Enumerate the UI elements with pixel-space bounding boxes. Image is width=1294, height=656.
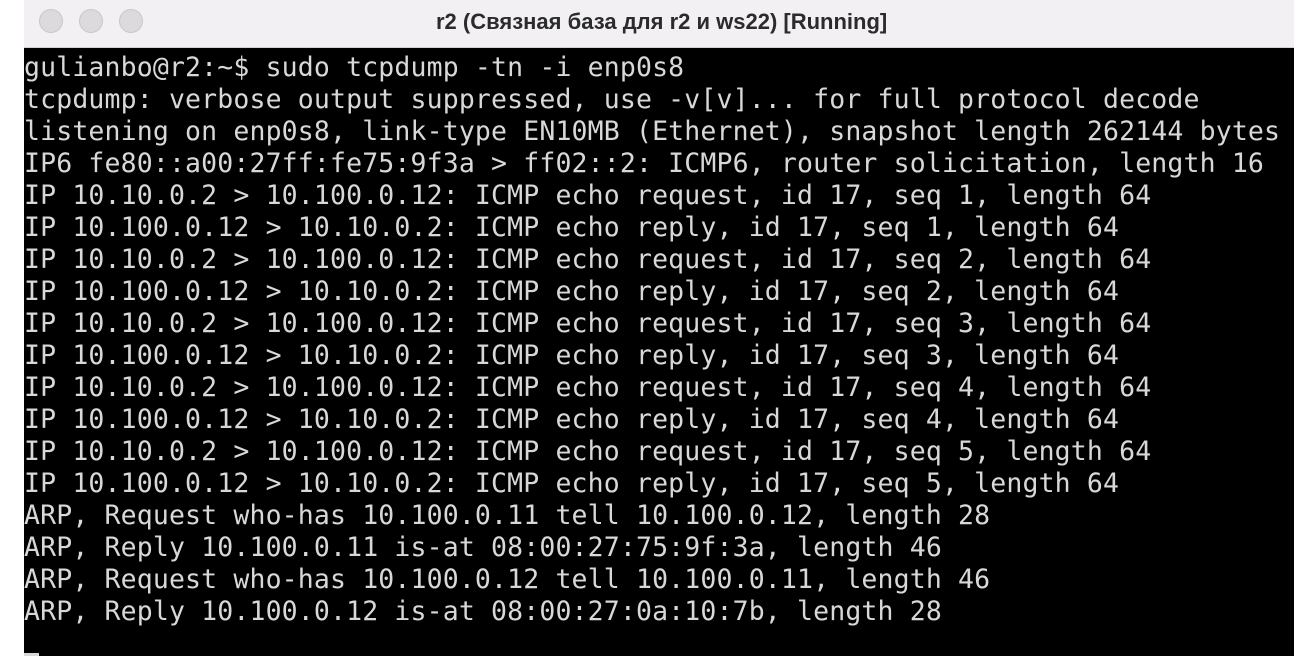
terminal-line: listening on enp0s8, link-type EN10MB (E…	[24, 116, 1281, 147]
terminal-output: gulianbo@r2:~$ sudo tcpdump -tn -i enp0s…	[24, 52, 1294, 628]
terminal-line: ARP, Reply 10.100.0.12 is-at 08:00:27:0a…	[24, 596, 942, 627]
terminal-line: ARP, Request who-has 10.100.0.11 tell 10…	[24, 500, 991, 531]
terminal-line: tcpdump: verbose output suppressed, use …	[24, 84, 1200, 115]
minimize-window-button[interactable]	[79, 9, 103, 33]
terminal-line: IP6 fe80::a00:27ff:fe75:9f3a > ff02::2: …	[24, 148, 1265, 179]
terminal-line: IP 10.10.0.2 > 10.100.0.12: ICMP echo re…	[24, 372, 1152, 403]
terminal-line: IP 10.10.0.2 > 10.100.0.12: ICMP echo re…	[24, 244, 1152, 275]
terminal-line: IP 10.100.0.12 > 10.10.0.2: ICMP echo re…	[24, 404, 1120, 435]
terminal-line: IP 10.10.0.2 > 10.100.0.12: ICMP echo re…	[24, 308, 1152, 339]
terminal-line: IP 10.100.0.12 > 10.10.0.2: ICMP echo re…	[24, 212, 1120, 243]
vm-window: r2 (Связная база для r2 и ws22) [Running…	[0, 0, 1294, 656]
terminal-line: IP 10.100.0.12 > 10.10.0.2: ICMP echo re…	[24, 276, 1120, 307]
terminal-line: IP 10.10.0.2 > 10.100.0.12: ICMP echo re…	[24, 436, 1152, 467]
window-edge	[0, 0, 24, 656]
terminal-console[interactable]: gulianbo@r2:~$ sudo tcpdump -tn -i enp0s…	[24, 48, 1294, 656]
terminal-line: gulianbo@r2:~$ sudo tcpdump -tn -i enp0s…	[24, 52, 685, 83]
terminal-line: ARP, Request who-has 10.100.0.12 tell 10…	[24, 564, 991, 595]
terminal-line: IP 10.10.0.2 > 10.100.0.12: ICMP echo re…	[24, 180, 1152, 211]
terminal-line: IP 10.100.0.12 > 10.10.0.2: ICMP echo re…	[24, 468, 1120, 499]
terminal-line: IP 10.100.0.12 > 10.10.0.2: ICMP echo re…	[24, 340, 1120, 371]
terminal-line: ARP, Reply 10.100.0.11 is-at 08:00:27:75…	[24, 532, 942, 563]
zoom-window-button[interactable]	[119, 9, 143, 33]
close-window-button[interactable]	[39, 9, 63, 33]
title-bar[interactable]: r2 (Связная база для r2 и ws22) [Running…	[0, 0, 1294, 48]
window-title: r2 (Связная база для r2 и ws22) [Running…	[436, 9, 888, 34]
